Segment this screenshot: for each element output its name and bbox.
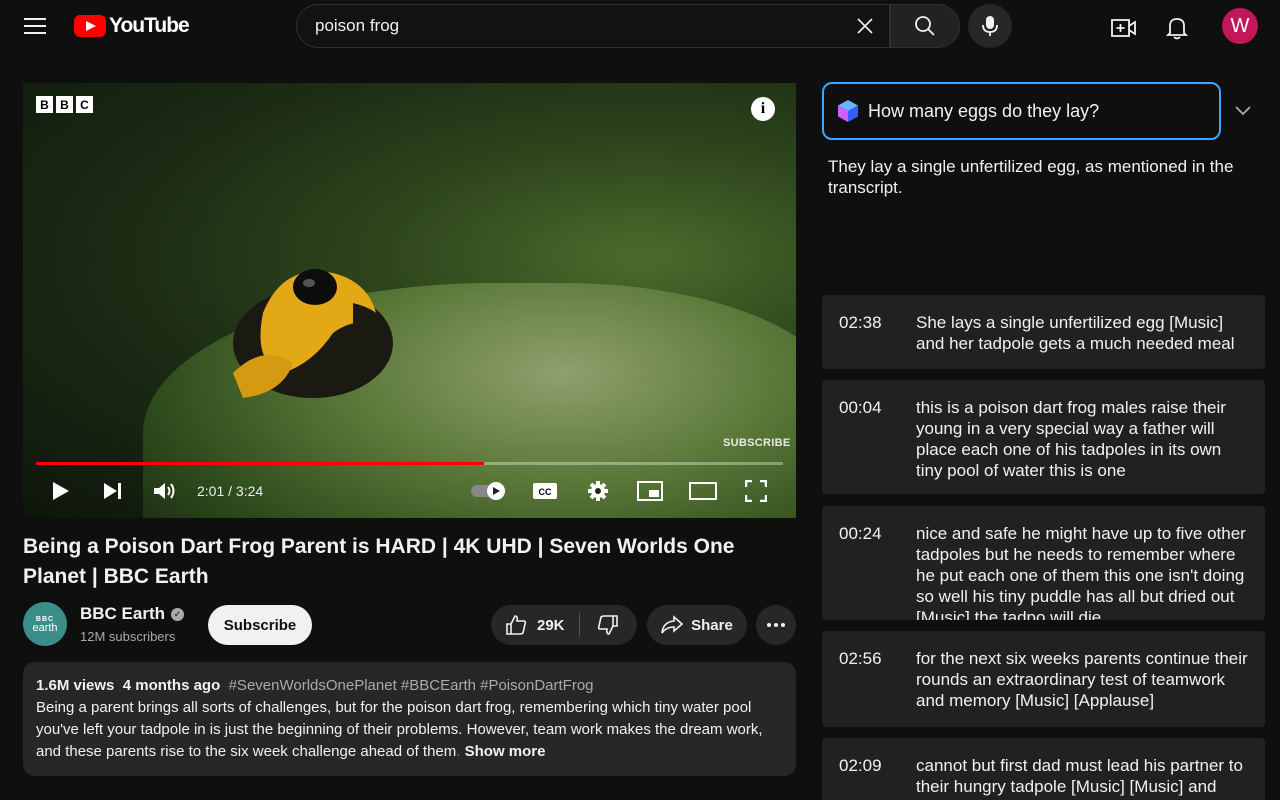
play-icon xyxy=(53,482,69,500)
top-bar: YouTube W xyxy=(0,0,1280,56)
gemini-cube-icon xyxy=(838,100,858,122)
transcript-segment[interactable]: 02:56 for the next six weeks parents con… xyxy=(822,631,1265,727)
subscriber-count: 12M subscribers xyxy=(80,629,176,644)
verified-icon: ✓ xyxy=(171,607,185,621)
svg-text:CC: CC xyxy=(539,487,552,497)
skip-next-icon xyxy=(104,483,121,499)
fullscreen-button[interactable] xyxy=(742,473,770,509)
theater-mode-button[interactable] xyxy=(688,473,718,509)
segment-text: cannot but first dad must lead his partn… xyxy=(916,756,1243,796)
description-fade: . xyxy=(456,743,461,760)
share-icon xyxy=(661,615,684,634)
subtitles-button[interactable]: CC xyxy=(531,473,559,509)
segment-timestamp: 02:38 xyxy=(839,313,882,332)
clear-icon[interactable] xyxy=(845,6,885,46)
like-dislike-group: 29K xyxy=(491,605,637,645)
subscribe-button[interactable]: Subscribe xyxy=(208,605,312,645)
progress-bar[interactable] xyxy=(36,462,783,465)
segment-timestamp: 00:24 xyxy=(839,524,882,543)
ask-question-box xyxy=(822,82,1221,140)
youtube-play-icon xyxy=(74,15,106,37)
theater-mode-icon xyxy=(689,482,717,500)
like-button[interactable]: 29K xyxy=(491,605,579,645)
closed-captions-icon: CC xyxy=(533,483,557,499)
play-button[interactable] xyxy=(49,473,73,509)
gear-icon xyxy=(588,481,608,501)
create-video-button[interactable] xyxy=(1104,8,1144,48)
view-count: 1.6M views xyxy=(36,677,115,694)
youtube-logo[interactable]: YouTube xyxy=(74,13,190,39)
autoplay-toggle[interactable] xyxy=(469,473,509,509)
next-button[interactable] xyxy=(101,473,125,509)
segment-text: nice and safe he might have up to five o… xyxy=(916,524,1246,620)
progress-fill xyxy=(36,462,485,465)
dislike-button[interactable] xyxy=(580,605,636,645)
microphone-icon xyxy=(982,16,998,36)
transcript-segment[interactable]: 00:24 nice and safe he might have up to … xyxy=(822,506,1265,620)
segment-timestamp: 00:04 xyxy=(839,398,882,417)
transcript-segment[interactable]: 00:04 this is a poison dart frog males r… xyxy=(822,380,1265,494)
more-horizontal-icon xyxy=(767,623,785,627)
info-icon[interactable]: i xyxy=(751,97,775,121)
notifications-button[interactable] xyxy=(1157,8,1197,48)
assistant-answer: They lay a single unfertilized egg, as m… xyxy=(828,157,1234,197)
video-player[interactable]: B B C i SUBSCRIBE 2:01 / 3:24 CC xyxy=(23,83,796,518)
share-button[interactable]: Share xyxy=(647,605,747,645)
subscribe-watermark[interactable]: SUBSCRIBE xyxy=(723,437,791,449)
description-box[interactable]: 1.6M views 4 months ago #SevenWorldsOneP… xyxy=(23,662,796,776)
description-text: Being a parent brings all sorts of chall… xyxy=(36,699,763,760)
segment-timestamp: 02:56 xyxy=(839,649,882,668)
voice-search-button[interactable] xyxy=(968,4,1012,48)
account-avatar[interactable]: W xyxy=(1222,8,1258,44)
thumbs-down-icon xyxy=(597,615,618,635)
upload-age: 4 months ago xyxy=(122,677,221,694)
bell-icon xyxy=(1166,18,1188,40)
transcript-segment[interactable]: 02:38 She lays a single unfertilized egg… xyxy=(822,295,1265,369)
video-camera-plus-icon xyxy=(1111,19,1136,37)
miniplayer-icon xyxy=(637,481,663,501)
volume-icon xyxy=(154,483,175,499)
transcript-segment[interactable]: 02:09 cannot but first dad must lead his… xyxy=(822,738,1265,800)
more-actions-button[interactable] xyxy=(756,605,796,645)
segment-text: for the next six weeks parents continue … xyxy=(916,649,1248,710)
video-frame-frog xyxy=(233,269,393,398)
ask-input[interactable] xyxy=(868,100,1219,122)
search-box xyxy=(296,4,890,48)
show-more-link[interactable]: Show more xyxy=(465,743,546,760)
volume-button[interactable] xyxy=(151,473,179,509)
player-controls: 2:01 / 3:24 CC xyxy=(23,473,796,509)
channel-avatar[interactable]: BBC earth xyxy=(23,602,67,646)
search-input[interactable] xyxy=(297,5,845,47)
time-display: 2:01 / 3:24 xyxy=(197,483,264,499)
like-count: 29K xyxy=(537,616,565,634)
segment-timestamp: 02:09 xyxy=(839,756,882,775)
segment-text: this is a poison dart frog males raise t… xyxy=(916,398,1226,480)
menu-icon[interactable] xyxy=(20,12,52,40)
miniplayer-button[interactable] xyxy=(636,473,664,509)
thumbs-up-icon xyxy=(506,615,527,635)
bbc-watermark: B B C xyxy=(36,96,93,113)
search-icon xyxy=(915,16,935,36)
chevron-down-icon[interactable] xyxy=(1232,100,1254,122)
segment-text: She lays a single unfertilized egg [Musi… xyxy=(916,313,1235,353)
autoplay-icon xyxy=(471,482,505,500)
channel-name[interactable]: BBC Earth ✓ xyxy=(80,604,185,624)
fullscreen-icon xyxy=(745,480,767,502)
video-title: Being a Poison Dart Frog Parent is HARD … xyxy=(23,535,735,588)
settings-button[interactable] xyxy=(584,473,612,509)
logo-text: YouTube xyxy=(109,14,190,37)
hashtags[interactable]: #SevenWorldsOnePlanet #BBCEarth #PoisonD… xyxy=(229,677,594,694)
search-button[interactable] xyxy=(890,4,960,48)
